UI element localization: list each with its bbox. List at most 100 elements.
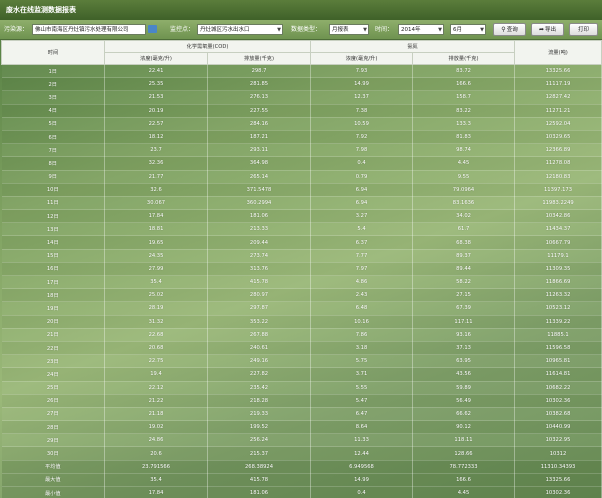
cell-time: 18日: [1, 288, 105, 303]
table-row: 30日 20.6 215.37 12.44 128.66 10312: [1, 446, 602, 461]
cell-time: 26日: [1, 394, 105, 408]
cell-ammonia-concentration: 8.64: [310, 420, 413, 435]
folder-icon[interactable]: [148, 25, 157, 33]
cell-time: 8日: [1, 156, 105, 171]
cell-flow: 10322.95: [514, 433, 602, 448]
year-select[interactable]: 2014年 ▼: [398, 24, 444, 35]
cell-ammonia-concentration: 5.47: [310, 394, 413, 408]
cell-flow: 11866.69: [514, 275, 602, 290]
table-row: 26日 21.22 218.28 5.47 56.49 10302.36: [1, 394, 602, 408]
table-row: 6日 18.12 187.21 7.92 81.83 10329.65: [1, 130, 602, 145]
cell-ammonia-concentration: 5.75: [310, 354, 413, 369]
cell-cod-concentration: 35.4: [104, 473, 208, 488]
cell-cod-discharge: 297.87: [207, 301, 311, 316]
table-row: 25日 22.12 235.42 5.55 59.89 10682.22: [1, 381, 602, 395]
cell-cod-concentration: 19.4: [104, 367, 208, 382]
table-row: 4日 20.19 227.55 7.38 83.22 11271.21: [1, 104, 602, 118]
source-field[interactable]: 佛山市南海区丹灶镇污水处理有限公司: [32, 24, 146, 35]
report-page: 废水在线监测数据报表 污染源： 佛山市南海区丹灶镇污水处理有限公司 监控点： 丹…: [0, 0, 602, 498]
cell-ammonia-discharge: 78.772333: [412, 460, 516, 474]
cell-ammonia-discharge: 166.6: [412, 77, 516, 92]
cell-cod-discharge: 235.42: [207, 381, 311, 395]
cell-cod-discharge: 181.06: [207, 209, 311, 224]
cell-flow: 11434.37: [514, 222, 602, 237]
cell-ammonia-concentration: 4.86: [310, 275, 413, 290]
cell-time: 6日: [1, 130, 105, 145]
header-ammonia-discharge: 排放量(千克): [411, 52, 516, 65]
cell-cod-concentration: 22.57: [104, 117, 208, 131]
cell-ammonia-discharge: 43.56: [412, 367, 516, 382]
cell-cod-discharge: 284.16: [207, 117, 311, 131]
cell-time: 1日: [1, 64, 105, 79]
time-label: 时间：: [375, 26, 394, 33]
cell-cod-concentration: 23.7: [104, 143, 208, 158]
cell-ammonia-discharge: 93.16: [412, 328, 516, 342]
cell-cod-discharge: 240.61: [207, 341, 311, 356]
cell-time: 4日: [1, 104, 105, 118]
cell-cod-discharge: 249.16: [207, 354, 311, 369]
cell-ammonia-discharge: 83.22: [412, 104, 516, 118]
export-button[interactable]: ➦导出: [531, 23, 564, 36]
cell-cod-discharge: 215.37: [207, 446, 311, 461]
cell-cod-discharge: 280.97: [207, 288, 311, 303]
cell-time: 21日: [1, 328, 105, 342]
cell-cod-discharge: 256.24: [207, 433, 311, 448]
cell-ammonia-concentration: 12.44: [310, 446, 413, 461]
cell-ammonia-concentration: 6.48: [310, 301, 413, 316]
cell-cod-concentration: 21.18: [104, 407, 208, 422]
cell-ammonia-concentration: 7.77: [310, 249, 413, 263]
cell-ammonia-concentration: 6.94: [310, 183, 413, 197]
type-select[interactable]: 月报表 ▼: [329, 24, 369, 35]
cell-flow: 12592.04: [514, 117, 602, 131]
table-row: 18日 25.02 280.97 2.43 27.15 11263.32: [1, 288, 602, 303]
cell-cod-concentration: 18.12: [104, 130, 208, 145]
query-button[interactable]: ⚲查询: [493, 23, 526, 36]
point-select[interactable]: 丹灶城区污水出水口 ▼: [197, 24, 283, 35]
cell-ammonia-concentration: 7.38: [310, 104, 413, 118]
print-button[interactable]: 打印: [569, 23, 598, 36]
cell-cod-discharge: 360.2994: [207, 196, 311, 211]
cell-ammonia-concentration: 2.43: [310, 288, 413, 303]
cell-ammonia-discharge: 68.38: [412, 235, 516, 250]
cell-flow: 11614.81: [514, 367, 602, 382]
cell-cod-discharge: 371.5478: [207, 183, 311, 197]
cell-time: 最大值: [1, 473, 105, 488]
point-select-value: 丹灶城区污水出水口: [200, 27, 250, 33]
cell-cod-discharge: 267.88: [207, 328, 311, 342]
chevron-down-icon: ▼: [438, 27, 442, 33]
cell-flow: 13325.66: [514, 473, 602, 488]
cell-time: 平均值: [1, 460, 105, 474]
cell-flow: 12366.89: [514, 143, 602, 158]
cell-ammonia-concentration: 6.949568: [310, 460, 413, 474]
cell-cod-concentration: 32.6: [104, 183, 208, 197]
cell-ammonia-discharge: 128.66: [412, 446, 516, 461]
cell-time: 最小值: [1, 486, 105, 498]
cell-time: 9日: [1, 170, 105, 184]
cell-ammonia-concentration: 10.16: [310, 315, 413, 329]
cell-ammonia-discharge: 9.55: [412, 170, 516, 184]
cell-time: 24日: [1, 367, 105, 382]
cell-ammonia-concentration: 0.79: [310, 170, 413, 184]
cell-time: 29日: [1, 433, 105, 448]
cell-cod-discharge: 187.21: [207, 130, 311, 145]
search-icon: ⚲: [501, 26, 506, 33]
table-row: 16日 27.99 313.76 7.97 89.44 11309.35: [1, 262, 602, 277]
cell-cod-concentration: 32.36: [104, 156, 208, 171]
cell-cod-discharge: 227.55: [207, 104, 311, 118]
cell-time: 2日: [1, 77, 105, 92]
filter-toolbar: 污染源： 佛山市南海区丹灶镇污水处理有限公司 监控点： 丹灶城区污水出水口 ▼ …: [0, 20, 602, 40]
table-row: 3日 21.53 276.13 12.37 158.7 12827.42: [1, 90, 602, 105]
cell-flow: 10382.68: [514, 407, 602, 422]
cell-ammonia-discharge: 66.62: [412, 407, 516, 422]
cell-flow: 10440.99: [514, 420, 602, 435]
table-row: 23日 22.75 249.16 5.75 63.95 10965.81: [1, 354, 602, 369]
cell-time: 7日: [1, 143, 105, 158]
chevron-down-icon: ▼: [480, 27, 484, 33]
cell-time: 25日: [1, 381, 105, 395]
month-select[interactable]: 6月 ▼: [450, 24, 486, 35]
cell-time: 27日: [1, 407, 105, 422]
cell-flow: 10312: [514, 446, 602, 461]
cell-ammonia-concentration: 7.97: [310, 262, 413, 277]
table-row: 5日 22.57 284.16 10.59 133.3 12592.04: [1, 117, 602, 131]
cell-cod-discharge: 281.85: [207, 77, 311, 92]
